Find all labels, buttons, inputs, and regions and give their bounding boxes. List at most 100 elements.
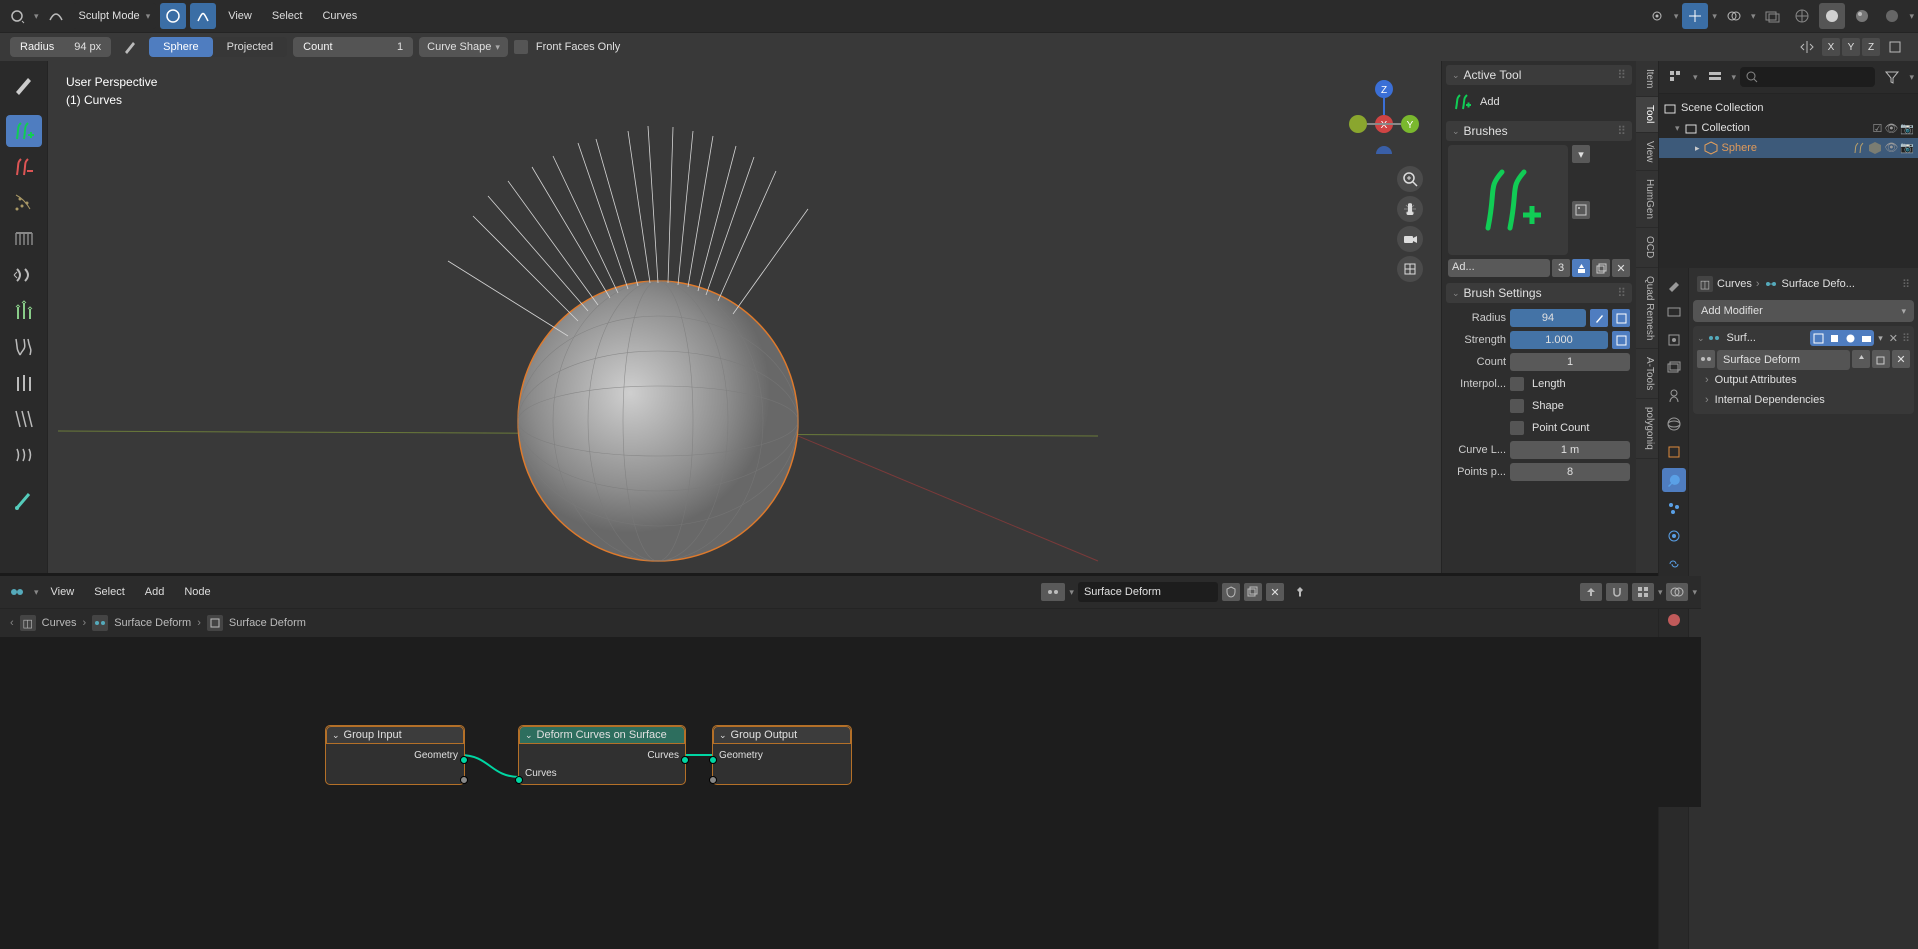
ptab-object[interactable] bbox=[1662, 440, 1686, 464]
nav-gizmo[interactable]: Z X Y bbox=[1345, 76, 1423, 154]
brush-pressure-icon[interactable] bbox=[117, 34, 143, 60]
node-fake-icon[interactable] bbox=[1852, 350, 1870, 368]
geonode-type-icon[interactable] bbox=[4, 579, 30, 605]
projection-sphere[interactable]: Sphere bbox=[149, 37, 212, 57]
add-modifier-button[interactable]: Add Modifier ▾ bbox=[1693, 300, 1914, 322]
brush-menu-icon[interactable]: ▾ bbox=[1572, 145, 1590, 163]
vtab-atools[interactable]: A-Tools bbox=[1636, 349, 1658, 399]
curve-length[interactable]: 1 m bbox=[1510, 441, 1630, 459]
tool-density[interactable] bbox=[6, 187, 42, 219]
visibility-icon[interactable] bbox=[1644, 3, 1670, 29]
ptab-scene[interactable] bbox=[1662, 384, 1686, 408]
crumb-sd2[interactable]: Surface Deform bbox=[229, 617, 306, 629]
persp-icon[interactable] bbox=[1397, 256, 1423, 282]
mirror-y[interactable]: Y bbox=[1842, 38, 1860, 56]
brush-dup-icon[interactable] bbox=[1592, 259, 1610, 277]
pan-icon[interactable] bbox=[1397, 196, 1423, 222]
ne-menu-view[interactable]: View bbox=[43, 586, 83, 598]
node-group-name[interactable]: Surface Deform bbox=[1717, 350, 1850, 370]
ne-menu-add[interactable]: Add bbox=[137, 586, 173, 598]
mode-select[interactable]: Sculpt Mode ▾ bbox=[73, 3, 157, 29]
tool-puff[interactable] bbox=[6, 367, 42, 399]
brush-users[interactable]: 3 bbox=[1552, 259, 1570, 277]
node-unlink-icon[interactable]: ✕ bbox=[1892, 350, 1910, 368]
ptab-particles[interactable] bbox=[1662, 496, 1686, 520]
ne-dup-icon[interactable] bbox=[1244, 583, 1262, 601]
crumb-sd1[interactable]: Surface Deform bbox=[114, 617, 191, 629]
mod-close-icon[interactable]: ✕ bbox=[1887, 332, 1900, 345]
ne-pin-icon[interactable] bbox=[1288, 583, 1312, 601]
ptab-output[interactable] bbox=[1662, 328, 1686, 352]
active-tool-header[interactable]: ⌄Active Tool⠿ bbox=[1446, 65, 1632, 85]
ptab-viewlayer[interactable] bbox=[1662, 356, 1686, 380]
vtab-polygoniq[interactable]: polygoniq bbox=[1636, 399, 1658, 459]
tool-comb[interactable] bbox=[6, 223, 42, 255]
viewport-3d[interactable]: User Perspective (1) Curves bbox=[48, 61, 1441, 573]
overlay-icon[interactable] bbox=[1721, 3, 1747, 29]
count-field[interactable]: Count 1 bbox=[293, 37, 413, 57]
node-dup-icon[interactable] bbox=[1872, 350, 1890, 368]
ne-menu-select[interactable]: Select bbox=[86, 586, 133, 598]
collection-row[interactable]: ▾ Collection ☑👁📷 bbox=[1659, 118, 1918, 138]
mod-edit-icon[interactable] bbox=[1826, 330, 1842, 346]
ptab-constraints[interactable] bbox=[1662, 552, 1686, 576]
ne-grid-icon[interactable] bbox=[1632, 583, 1654, 601]
ne-menu-node[interactable]: Node bbox=[176, 586, 218, 598]
node-group-field[interactable]: Surface Deform bbox=[1078, 582, 1218, 602]
ne-snap-icon[interactable] bbox=[1606, 583, 1628, 601]
editor-type-icon[interactable] bbox=[4, 3, 30, 29]
brush-settings-header[interactable]: ⌄Brush Settings⠿ bbox=[1446, 283, 1632, 303]
outliner-type-icon[interactable] bbox=[1663, 64, 1689, 90]
xray-icon[interactable] bbox=[1759, 3, 1785, 29]
vtab-item[interactable]: Item bbox=[1636, 61, 1658, 97]
scene-collection-row[interactable]: Scene Collection bbox=[1659, 98, 1918, 118]
ptab-physics[interactable] bbox=[1662, 524, 1686, 548]
strength-pressure[interactable] bbox=[1612, 331, 1630, 349]
interp-length-check[interactable] bbox=[1510, 377, 1524, 391]
ne-shield-icon[interactable] bbox=[1222, 583, 1240, 601]
node-tree-icon[interactable] bbox=[1697, 350, 1715, 368]
modifier-name[interactable]: Surf... bbox=[1723, 332, 1809, 344]
outliner-filter-icon[interactable] bbox=[1879, 64, 1905, 90]
radius-slider[interactable]: 94 bbox=[1510, 309, 1586, 327]
vtab-qremesh[interactable]: Quad Remesh bbox=[1636, 268, 1658, 349]
strength-slider[interactable]: 1.000 bbox=[1510, 331, 1608, 349]
brushes-header[interactable]: ⌄Brushes⠿ bbox=[1446, 121, 1632, 141]
tool-smooth[interactable] bbox=[6, 403, 42, 435]
menu-view[interactable]: View bbox=[220, 10, 260, 22]
tool-grow[interactable] bbox=[6, 295, 42, 327]
tool-add-curves[interactable] bbox=[6, 115, 42, 147]
node-deform[interactable]: ⌄Deform Curves on Surface Curves Curves bbox=[518, 725, 686, 785]
brush-image-icon[interactable] bbox=[1572, 201, 1590, 219]
mirror-x[interactable]: X bbox=[1822, 38, 1840, 56]
brush-preview[interactable] bbox=[1448, 145, 1568, 255]
shade-solid-icon[interactable] bbox=[1819, 3, 1845, 29]
tool-annotate[interactable] bbox=[6, 485, 42, 517]
ptab-tool[interactable] bbox=[1662, 272, 1686, 296]
ne-overlay-icon[interactable] bbox=[1666, 583, 1688, 601]
radius-field[interactable]: Radius 94 px bbox=[10, 37, 111, 57]
brush-fake-user[interactable] bbox=[1572, 259, 1590, 277]
ptab-modifiers[interactable] bbox=[1662, 468, 1686, 492]
zoom-icon[interactable] bbox=[1397, 166, 1423, 192]
mirror-z[interactable]: Z bbox=[1862, 38, 1880, 56]
object-interaction-icon[interactable] bbox=[43, 3, 69, 29]
mod-real-icon[interactable] bbox=[1842, 330, 1858, 346]
projection-projected[interactable]: Projected bbox=[213, 37, 287, 57]
node-group-input[interactable]: ⌄Group Input Geometry bbox=[325, 725, 465, 785]
object-sphere-row[interactable]: ▸ Sphere 👁📷 bbox=[1659, 138, 1918, 158]
mirror-extra-icon[interactable] bbox=[1882, 34, 1908, 60]
count-slider[interactable]: 1 bbox=[1510, 353, 1630, 371]
node-canvas[interactable]: ⌄Group Input Geometry ⌄Deform Curves on … bbox=[0, 637, 1701, 807]
mirror-icon[interactable] bbox=[1794, 34, 1820, 60]
brush-del-icon[interactable]: ✕ bbox=[1612, 259, 1630, 277]
ptab-render[interactable] bbox=[1662, 300, 1686, 324]
node-group-output[interactable]: ⌄Group Output Geometry bbox=[712, 725, 852, 785]
falloff-icon[interactable] bbox=[160, 3, 186, 29]
curve-shape-drop[interactable]: Curve Shape▾ bbox=[419, 37, 508, 57]
mod-cage-icon[interactable] bbox=[1810, 330, 1826, 346]
shade-render-icon[interactable] bbox=[1879, 3, 1905, 29]
points-field[interactable]: 8 bbox=[1510, 463, 1630, 481]
camera-icon[interactable] bbox=[1397, 226, 1423, 252]
shade-wire-icon[interactable] bbox=[1789, 3, 1815, 29]
